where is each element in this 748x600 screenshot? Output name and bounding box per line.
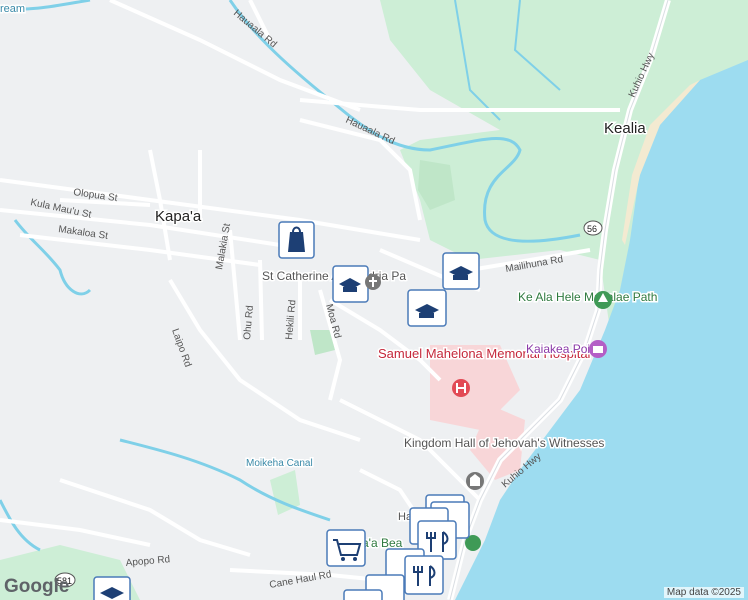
beach-label: a'a Bea — [362, 536, 403, 550]
canal-label: Moikeha Canal — [246, 458, 313, 469]
town-label-kealia: Kealia — [604, 120, 646, 137]
shopping-pin[interactable] — [278, 221, 315, 259]
map-view[interactable]: Hauaala Rd Hauaala Rd Olopua St Kula Mau… — [0, 0, 748, 600]
hall-label: Kingdom Hall of Jehovah's Witnesses — [404, 436, 604, 450]
moikeha-canal — [119, 438, 331, 522]
road-label-hekili: Hekili Rd — [284, 299, 298, 340]
school-pin[interactable] — [332, 265, 369, 303]
map-canvas: Hauaala Rd Hauaala Rd Olopua St Kula Mau… — [0, 0, 748, 600]
grocery-pin[interactable] — [326, 529, 366, 567]
road-label-hauaala-1: Hauaala Rd — [231, 8, 279, 50]
stream-label: ream — [0, 3, 25, 15]
church-icon[interactable] — [365, 274, 381, 290]
hospital-icon[interactable] — [452, 379, 470, 397]
route-56-label: 56 — [587, 224, 597, 234]
camera-icon[interactable] — [589, 340, 607, 358]
map-attribution[interactable]: Map data ©2025 — [663, 587, 744, 598]
school-pin[interactable] — [407, 289, 447, 327]
park-label: Ke Ala Hele Makalae Path — [518, 290, 657, 304]
route-56-shield: 56 — [583, 220, 603, 236]
tree-icon[interactable] — [594, 291, 612, 309]
road-label-mailihuna: Mailihuna Rd — [505, 254, 564, 275]
school-pin[interactable] — [93, 576, 131, 600]
town-label-kapaa: Kapa'a — [155, 208, 202, 225]
road-label-apopo: Apopo Rd — [125, 554, 170, 569]
hall-icon[interactable] — [466, 472, 484, 490]
school-pin[interactable] — [442, 252, 480, 290]
road-label-ohu: Ohu Rd — [242, 305, 256, 340]
google-logo[interactable]: Google — [4, 576, 69, 598]
road-label-laipo: Laipo Rd — [169, 327, 193, 368]
